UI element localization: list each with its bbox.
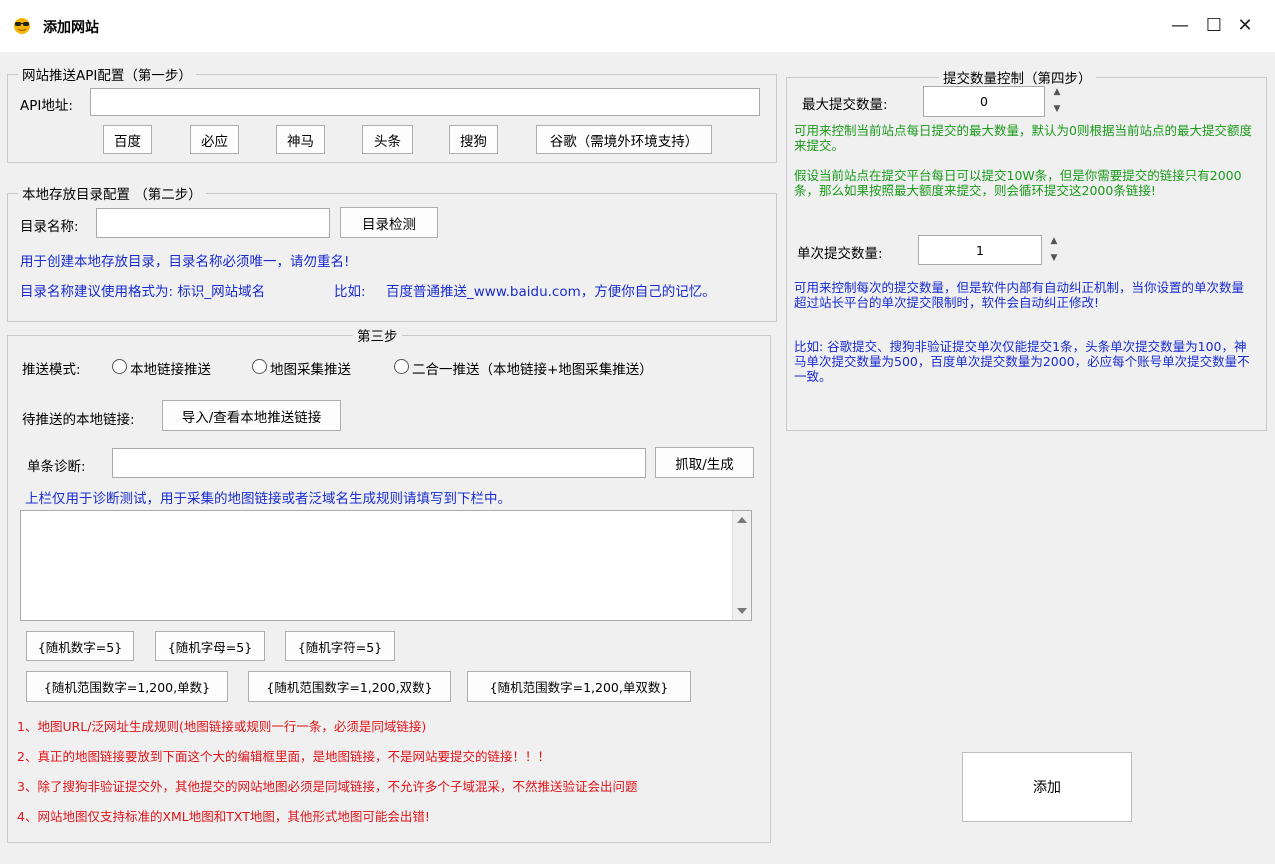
api-label: API地址: [20,98,73,114]
single-count-spinner[interactable]: ▲ ▼ [1047,236,1061,266]
max-count-spinner[interactable]: ▲ ▼ [1050,87,1064,117]
spin-down-icon[interactable]: ▼ [1050,104,1064,115]
mode-combined-label: 二合一推送（本地链接+地图采集推送） [412,362,653,378]
scroll-up-icon[interactable] [737,517,747,523]
diag-label: 单条诊断: [27,459,86,475]
max-count-note-2: 假设当前站点在提交平台每日可以提交10W条，但是你需要提交的链接只有2000条，… [794,168,1242,198]
spin-up-icon[interactable]: ▲ [1050,87,1064,98]
diag-input[interactable] [112,448,646,478]
maximize-icon: ☐ [1205,14,1223,36]
dir-label: 目录名称: [20,219,79,235]
dir-note-2-example-label: 比如: [334,284,366,300]
add-site-button[interactable]: 添加 [962,752,1132,822]
step4-legend: 提交数量控制（第四步） [943,71,1092,87]
sogou-button[interactable]: 搜狗 [449,125,498,154]
minimize-icon: — [1171,14,1189,36]
single-count-note-2: 比如: 谷歌提交、搜狗非验证提交单次仅能提交1条，头条单次提交数量为100，神马… [794,339,1250,384]
spin-down-icon[interactable]: ▼ [1047,253,1061,264]
rule-1: 1、地图URL/泛网址生成规则(地图链接或规则一行一条，必须是同域链接) [17,719,427,734]
tag-range-odd-button[interactable]: {随机范围数字=1,200,单数} [26,671,228,702]
tag-random-number-button[interactable]: {随机数字=5} [26,631,134,661]
mode-sitemap-radio[interactable] [252,359,267,374]
mode-local-radio[interactable] [112,359,127,374]
fetch-generate-button[interactable]: 抓取/生成 [655,447,754,478]
tag-random-letter-button[interactable]: {随机字母=5} [155,631,265,661]
single-count-label: 单次提交数量: [797,246,883,262]
api-url-input[interactable] [90,88,760,116]
rule-3: 3、除了搜狗非验证提交外，其他提交的网站地图必须是同域链接，不允许多个子域混采，… [17,779,638,794]
sitemap-rules-textarea[interactable] [20,510,752,621]
step2-legend: 本地存放目录配置 （第二步） [22,187,202,203]
push-mode-label: 推送模式: [22,362,81,378]
rule-2: 2、真正的地图链接要放到下面这个大的编辑框里面，是地图链接，不是网站要提交的链接… [17,749,550,764]
bing-button[interactable]: 必应 [190,125,239,154]
step3-legend: 第三步 [357,329,398,345]
dir-note-2-example: 百度普通推送_www.baidu.com，方便你自己的记忆。 [386,284,716,300]
shenma-button[interactable]: 神马 [276,125,325,154]
single-count-input[interactable]: 1 [918,235,1042,265]
max-count-note-1: 可用来控制当前站点每日提交的最大数量，默认为0则根据当前站点的最大提交额度来提交… [794,123,1252,153]
rule-4: 4、网站地图仅支持标准的XML地图和TXT地图，其他形式地图可能会出错! [17,809,430,824]
mode-sitemap-label: 地图采集推送 [270,362,351,378]
single-count-note-1: 可用来控制每次的提交数量，但是软件内部有自动纠正机制，当你设置的单次数量超过站长… [794,280,1245,310]
max-count-label: 最大提交数量: [802,97,888,113]
tag-range-both-button[interactable]: {随机范围数字=1,200,单双数} [467,671,691,702]
maximize-button[interactable]: ☐ [1197,8,1231,42]
dir-name-input[interactable] [96,208,330,238]
baidu-button[interactable]: 百度 [103,125,152,154]
dir-note-2-prefix: 目录名称建议使用格式为: 标识_网站域名 [20,284,266,300]
scroll-down-icon[interactable] [737,608,747,614]
spin-up-icon[interactable]: ▲ [1047,236,1061,247]
diag-hint: 上栏仅用于诊断测试，用于采集的地图链接或者泛域名生成规则请填写到下栏中。 [25,491,511,507]
minimize-button[interactable]: — [1163,8,1197,42]
textarea-scrollbar[interactable] [732,511,751,620]
google-button[interactable]: 谷歌（需境外环境支持） [536,125,712,154]
local-links-label: 待推送的本地链接: [22,412,135,428]
close-button[interactable]: ✕ [1228,8,1262,42]
max-count-input[interactable]: 0 [923,86,1045,117]
tag-range-even-button[interactable]: {随机范围数字=1,200,双数} [248,671,451,702]
mode-local-label: 本地链接推送 [130,362,211,378]
dir-note-1: 用于创建本地存放目录，目录名称必须唯一，请勿重名! [20,254,350,270]
dir-check-button[interactable]: 目录检测 [340,207,438,238]
close-icon: ✕ [1237,14,1253,36]
title-bar: 添加网站 — ☐ ✕ [0,0,1275,52]
import-links-button[interactable]: 导入/查看本地推送链接 [162,400,341,431]
step1-legend: 网站推送API配置（第一步） [22,68,192,84]
toutiao-button[interactable]: 头条 [362,125,413,154]
tag-random-char-button[interactable]: {随机字符=5} [285,631,395,661]
app-sunglasses-icon [14,18,30,34]
mode-combined-radio[interactable] [394,359,409,374]
window-title: 添加网站 [43,20,99,36]
